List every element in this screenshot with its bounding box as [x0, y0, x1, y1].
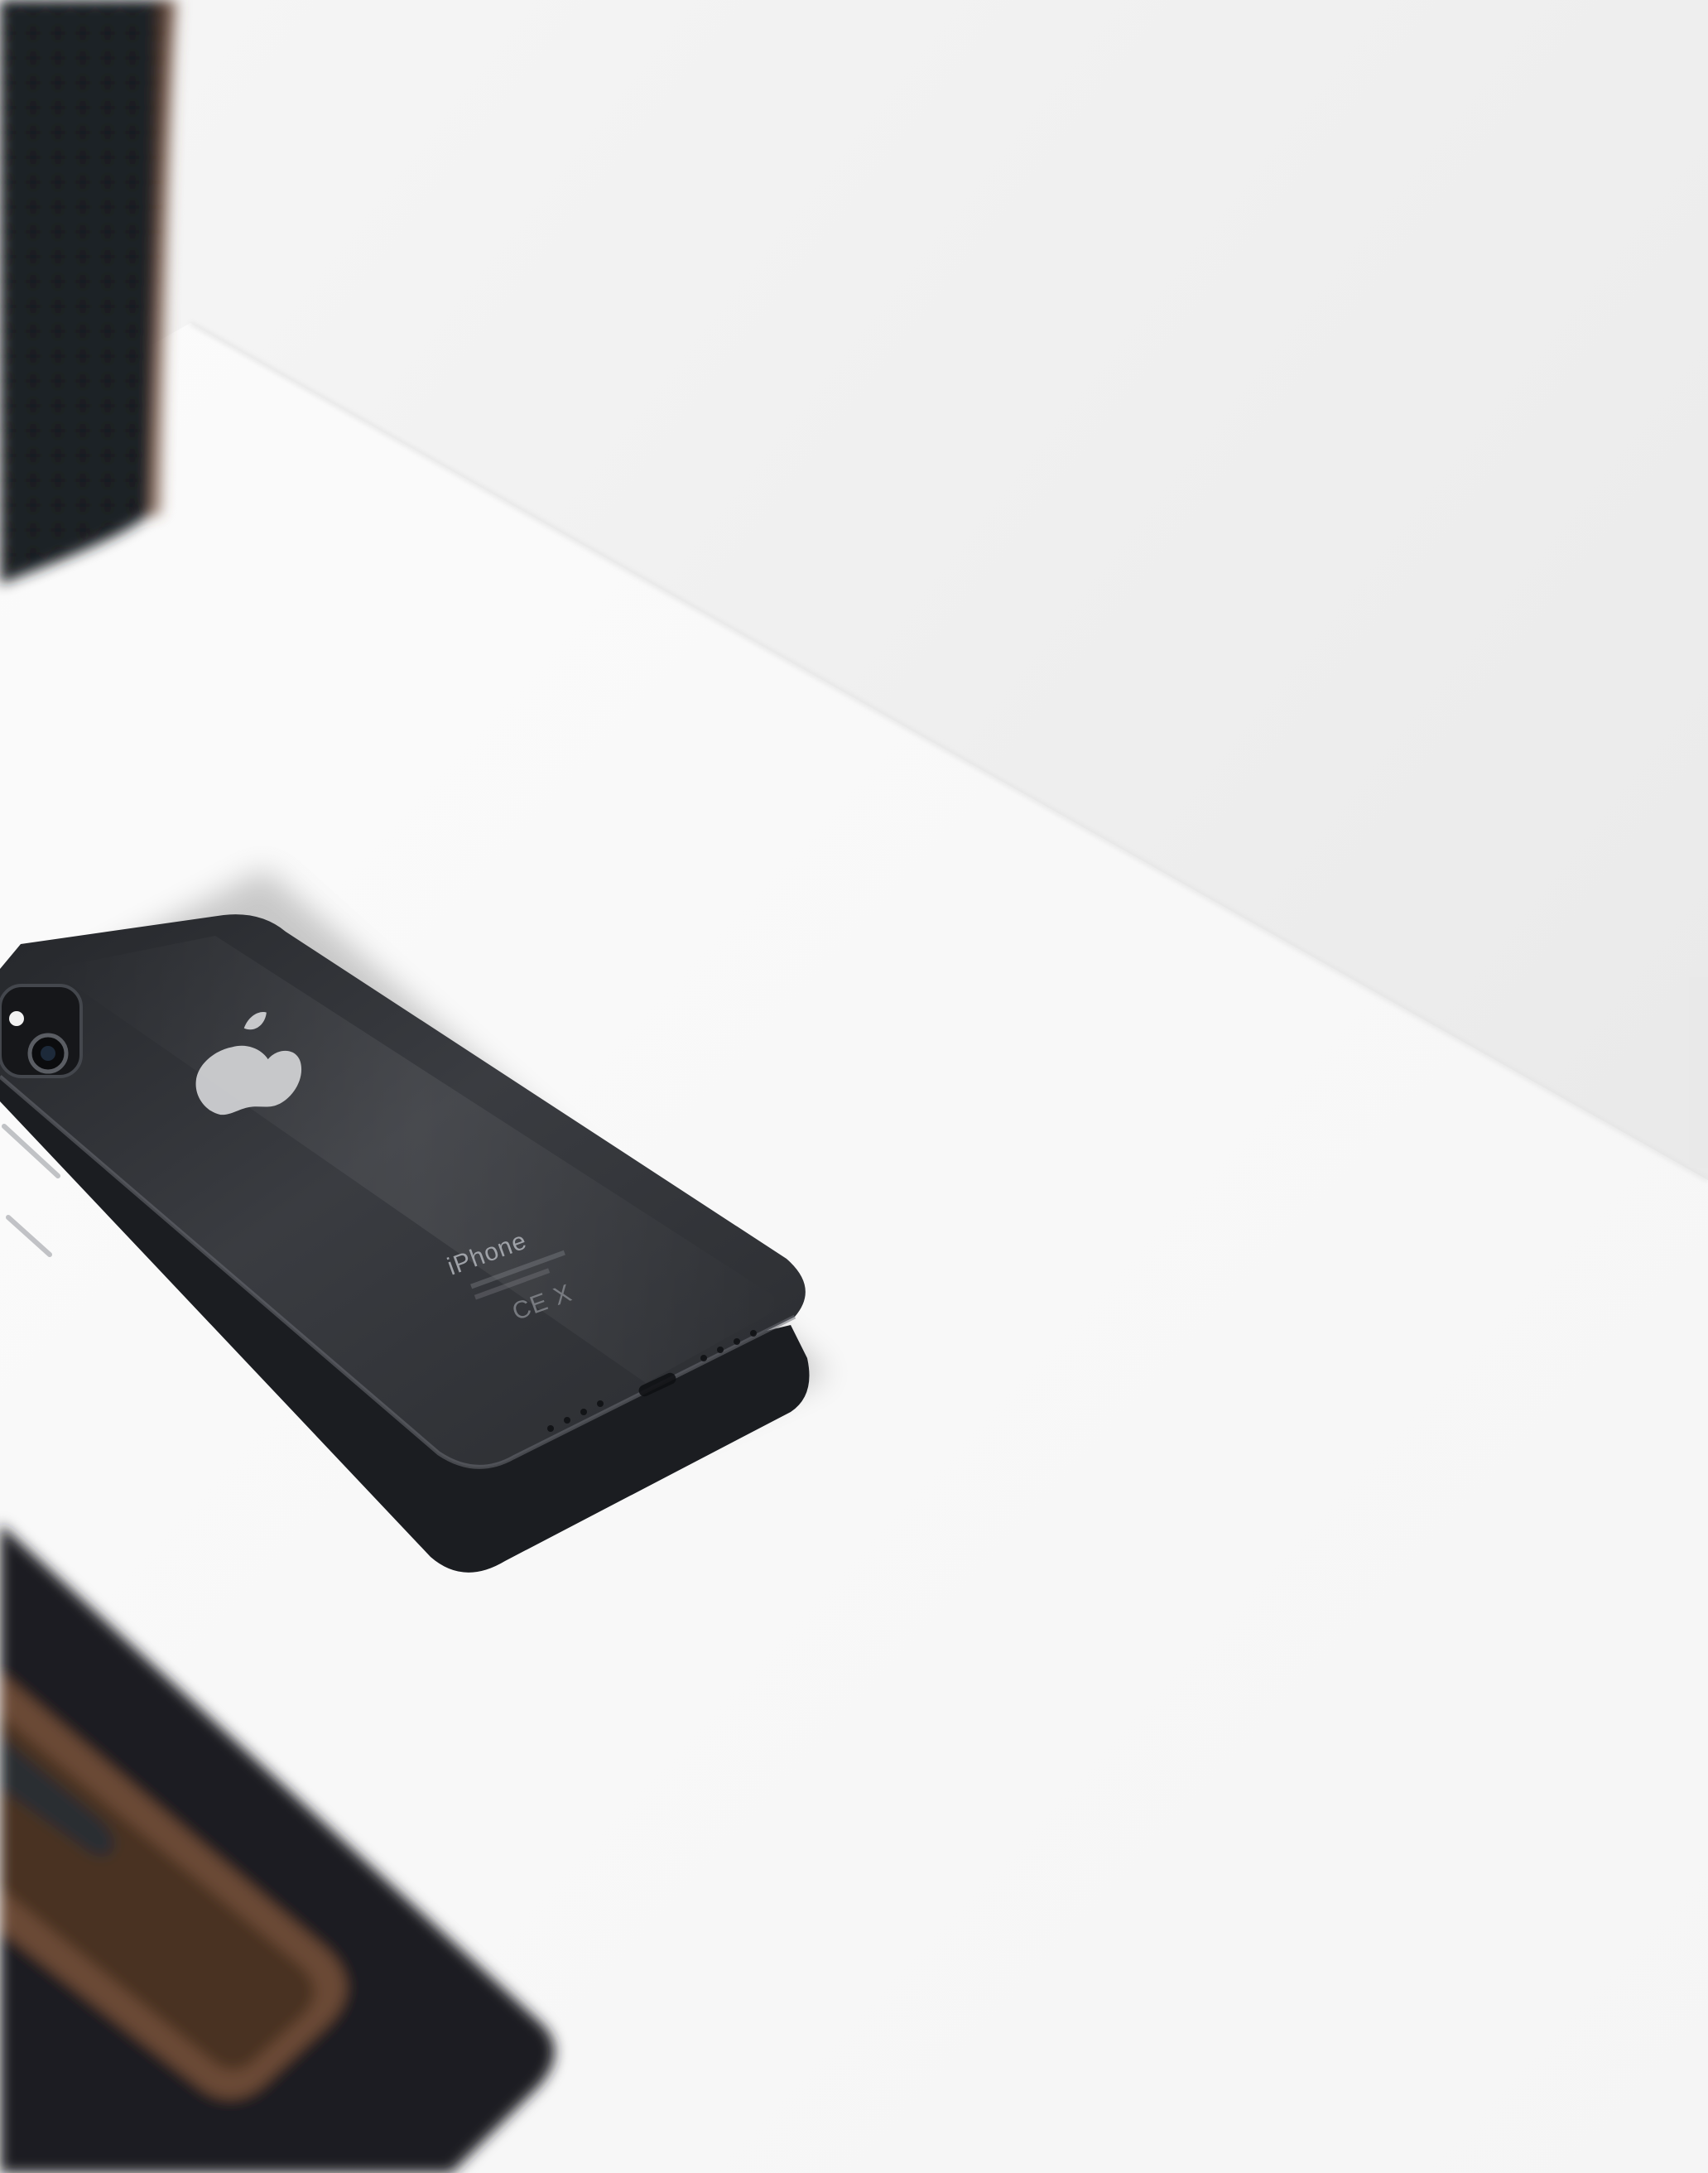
camera-lens-icon: [27, 1033, 69, 1074]
camera-module: [0, 984, 83, 1078]
photo-scene: iPhone CE X: [0, 0, 1708, 2173]
speaker: [0, 0, 178, 584]
wall-right-edge: [1689, 977, 1708, 1168]
scene-illustration: iPhone CE X: [0, 0, 1708, 2173]
